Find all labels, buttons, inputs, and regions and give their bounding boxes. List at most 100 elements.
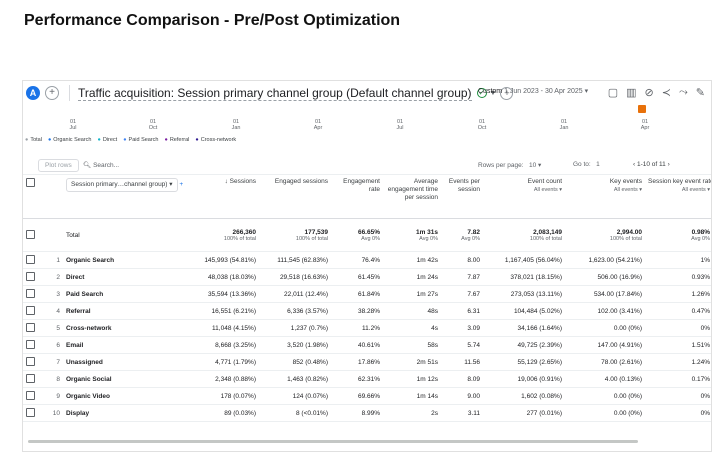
row-checkbox[interactable] (26, 229, 35, 239)
total-cell: 2,994.00 100% of total (565, 218, 645, 252)
table-cell: 1% (645, 251, 711, 269)
go-to-input[interactable]: 1 (596, 161, 600, 168)
axis-tick: 01 Apr (313, 119, 323, 131)
table-row[interactable]: 6 Email 8,668 (3.25%) 3,520 (1.98%) 40.61% 58… (23, 336, 711, 354)
add-comparison-button[interactable]: + (45, 86, 59, 100)
row-channel-name: Paid Search (63, 285, 188, 303)
row-channel-name: Referral (63, 302, 188, 320)
col-header-event-count[interactable]: Event count All events ▾ (483, 178, 565, 219)
annotation-marker-icon[interactable] (638, 105, 646, 113)
col-header-session-key-event-rate[interactable]: Session key event rate All events ▾ (645, 178, 711, 219)
row-checkbox[interactable] (26, 339, 35, 349)
table-cell: 378,021 (18.15%) (483, 268, 565, 286)
legend-item-referral[interactable]: Referral (165, 137, 190, 143)
dimension-select[interactable]: Session primary…channel group) ▾ (66, 178, 178, 192)
row-number: 8 (49, 370, 63, 388)
row-checkbox[interactable] (26, 288, 35, 298)
edit-icon[interactable]: ✎ (696, 86, 705, 99)
table-cell: 277 (0.01%) (483, 404, 565, 422)
table-cell: 0.00 (0%) (565, 387, 645, 405)
search-field[interactable]: 🔍︎ Search... (83, 161, 119, 169)
table-cell: 3.11 (441, 404, 483, 422)
select-all-checkbox[interactable] (26, 178, 35, 187)
table-row[interactable]: 4 Referral 16,551 (6.21%) 6,336 (3.57%) 38.2… (23, 302, 711, 320)
table-cell: 3.09 (441, 319, 483, 337)
go-to-label: Go to: (573, 161, 591, 168)
table-cell: 1m 27s (383, 285, 441, 303)
share-icon[interactable]: ≺ (662, 86, 671, 99)
report-title[interactable]: Traffic acquisition: Session primary cha… (78, 86, 472, 101)
chart-icon[interactable]: ▢ (608, 86, 618, 99)
table-cell: 2,348 (0.88%) (188, 370, 259, 388)
table-cell: 178 (0.07%) (188, 387, 259, 405)
plot-rows-button[interactable]: Plot rows (38, 159, 79, 172)
row-checkbox[interactable] (26, 390, 35, 400)
rows-per-page-select[interactable]: 10 (529, 162, 536, 169)
row-checkbox[interactable] (26, 305, 35, 315)
table-row[interactable]: 9 Organic Video 178 (0.07%) 124 (0.07%) 69.6… (23, 387, 711, 405)
avatar[interactable]: A (26, 86, 40, 100)
search-icon: 🔍︎ (83, 162, 92, 169)
explore-icon[interactable]: ⤳ (679, 86, 688, 99)
legend-item-cross-network[interactable]: Cross-network (195, 137, 236, 143)
table-row[interactable]: 2 Direct 48,038 (18.03%) 29,518 (16.63%) 61.… (23, 268, 711, 286)
table-row[interactable]: 7 Unassigned 4,771 (1.79%) 852 (0.48%) 17.86… (23, 353, 711, 371)
row-checkbox[interactable] (26, 271, 35, 281)
table-cell: 29,518 (16.63%) (259, 268, 331, 286)
col-header-avg-engagement-time[interactable]: Average engagement time per session (383, 178, 441, 219)
legend-item-direct[interactable]: Direct (98, 137, 117, 143)
axis-tick: 01 Oct (477, 119, 487, 131)
table-cell: 11.56 (441, 353, 483, 371)
table-cell: 6.31 (441, 302, 483, 320)
rows-per-page-label: Rows per page: (478, 162, 524, 169)
table-cell: 89 (0.03%) (188, 404, 259, 422)
axis-tick: 01 Jan (559, 119, 569, 131)
row-checkbox[interactable] (26, 373, 35, 383)
date-range-picker[interactable]: Custom 1 Jun 2023 - 30 Apr 2025 ▾ (478, 87, 588, 95)
horizontal-scrollbar[interactable] (28, 440, 638, 443)
legend-item-total[interactable]: Total (25, 137, 42, 143)
table-cell: 69.66% (331, 387, 383, 405)
next-page-icon[interactable]: › (668, 161, 670, 168)
row-checkbox[interactable] (26, 254, 35, 264)
row-channel-name: Display (63, 404, 188, 422)
table-row[interactable]: 1 Organic Search 145,993 (54.81%) 111,545 (… (23, 251, 711, 269)
col-header-engagement-rate[interactable]: Engagement rate (331, 178, 383, 219)
search-input[interactable]: Search... (93, 162, 119, 169)
table-row[interactable]: 3 Paid Search 35,594 (13.36%) 22,011 (12.4%… (23, 285, 711, 303)
table-cell: 34,166 (1.64%) (483, 319, 565, 337)
col-header-events-per-session[interactable]: Events per session (441, 178, 483, 219)
legend-item-paid-search[interactable]: Paid Search (123, 137, 159, 143)
report-actions: ▢ ▥ ⊘ ≺ ⤳ ✎ (608, 86, 705, 99)
total-cell: 0.98% Avg 0% (645, 218, 711, 252)
col-header-engaged-sessions[interactable]: Engaged sessions (259, 178, 331, 219)
add-dimension-icon[interactable]: + (179, 181, 183, 188)
table-cell: 111,545 (62.83%) (259, 251, 331, 269)
row-number: 2 (49, 268, 63, 286)
table-cell: 2m 51s (383, 353, 441, 371)
row-number: 6 (49, 336, 63, 354)
row-checkbox[interactable] (26, 407, 35, 417)
legend-item-organic-search[interactable]: Organic Search (48, 137, 91, 143)
table-cell: 8.00 (441, 251, 483, 269)
insights-icon[interactable]: ⊘ (645, 86, 654, 99)
table-cell: 22,011 (12.4%) (259, 285, 331, 303)
table-row[interactable]: 5 Cross-network 11,048 (4.15%) 1,237 (0.7%)… (23, 319, 711, 337)
total-cell: 7.82 Avg 0% (441, 218, 483, 252)
row-checkbox[interactable] (26, 322, 35, 332)
axis-tick: 01 Jul (396, 119, 404, 131)
chart-legend: Total Organic Search Direct Paid Search … (25, 137, 236, 143)
col-header-key-events[interactable]: Key events All events ▾ (565, 178, 645, 219)
table-row[interactable]: 10 Display 89 (0.03%) 8 (<0.01%) 8.99% 2s 3.11… (23, 404, 711, 422)
prev-page-icon[interactable]: ‹ (633, 161, 635, 168)
table-row[interactable]: 8 Organic Social 2,348 (0.88%) 1,463 (0.82%… (23, 370, 711, 388)
table-cell: 8,668 (3.25%) (188, 336, 259, 354)
table-cell: 4,771 (1.79%) (188, 353, 259, 371)
col-header-sessions[interactable]: ↓ Sessions (188, 178, 259, 219)
table-cell: 1,463 (0.82%) (259, 370, 331, 388)
row-checkbox[interactable] (26, 356, 35, 366)
row-number: 4 (49, 302, 63, 320)
axis-tick: 01 Jan (231, 119, 241, 131)
table-cell: 58s (383, 336, 441, 354)
compare-icon[interactable]: ▥ (626, 86, 636, 99)
